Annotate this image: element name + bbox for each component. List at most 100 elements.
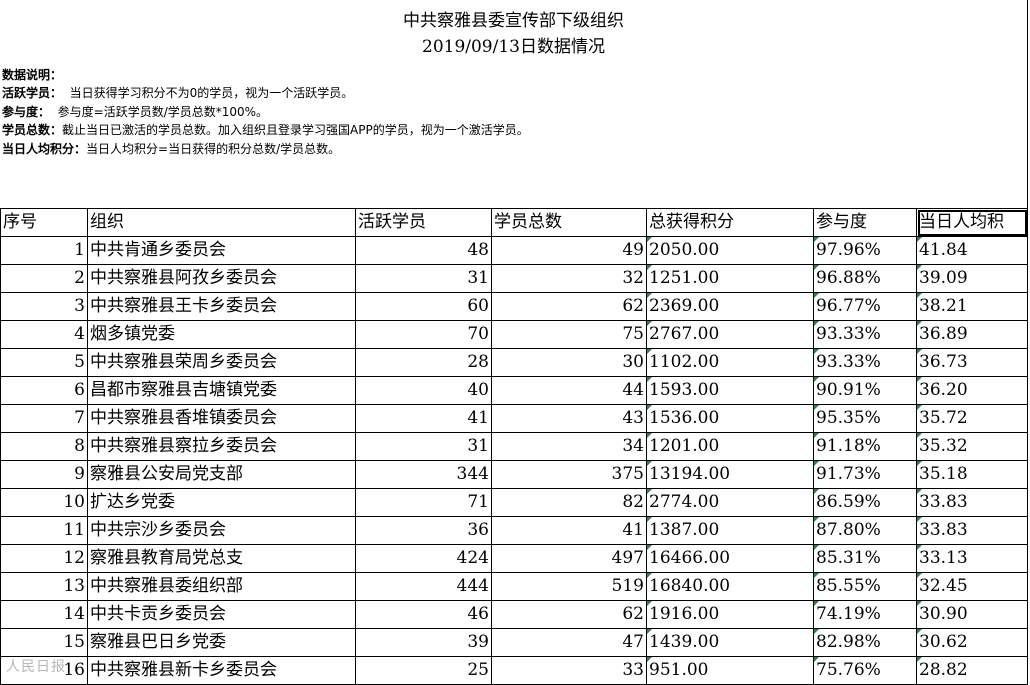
cell-active[interactable]: 31 [355, 432, 492, 461]
cell-points[interactable]: 1102.00 [646, 348, 814, 377]
cell-index[interactable]: 10 [0, 488, 88, 517]
header-index[interactable]: 序号 [0, 208, 88, 237]
cell-avg[interactable]: 30.90 [916, 600, 1028, 629]
cell-org[interactable]: 中共肯通乡委员会 [87, 236, 356, 265]
cell-total[interactable]: 62 [491, 600, 647, 629]
cell-participation[interactable]: 90.91% [813, 376, 917, 405]
cell-avg[interactable]: 33.13 [916, 544, 1028, 573]
cell-active[interactable]: 40 [355, 376, 492, 405]
header-active[interactable]: 活跃学员 [355, 208, 492, 237]
cell-points[interactable]: 1439.00 [646, 628, 814, 657]
cell-active[interactable]: 444 [355, 572, 492, 601]
cell-avg[interactable]: 28.82 [916, 656, 1028, 685]
cell-avg[interactable]: 41.84 [916, 236, 1028, 265]
cell-org[interactable]: 扩达乡党委 [87, 488, 356, 517]
cell-active[interactable]: 41 [355, 404, 492, 433]
header-avg-selected[interactable]: 当日人均积 [916, 208, 1028, 237]
cell-points[interactable]: 13194.00 [646, 460, 814, 489]
header-points[interactable]: 总获得积分 [646, 208, 814, 237]
cell-points[interactable]: 2369.00 [646, 292, 814, 321]
cell-org[interactable]: 中共察雅县新卡乡委员会 [87, 656, 356, 685]
cell-points[interactable]: 951.00 [646, 656, 814, 685]
cell-avg[interactable]: 39.09 [916, 264, 1028, 293]
cell-avg[interactable]: 33.83 [916, 516, 1028, 545]
cell-avg[interactable]: 36.89 [916, 320, 1028, 349]
cell-avg[interactable]: 35.72 [916, 404, 1028, 433]
cell-org[interactable]: 中共察雅县阿孜乡委员会 [87, 264, 356, 293]
cell-participation[interactable]: 74.19% [813, 600, 917, 629]
cell-org[interactable]: 中共察雅县王卡乡委员会 [87, 292, 356, 321]
cell-index[interactable]: 9 [0, 460, 88, 489]
cell-points[interactable]: 1387.00 [646, 516, 814, 545]
cell-avg[interactable]: 32.45 [916, 572, 1028, 601]
cell-total[interactable]: 62 [491, 292, 647, 321]
cell-avg[interactable]: 36.73 [916, 348, 1028, 377]
cell-index[interactable]: 12 [0, 544, 88, 573]
cell-org[interactable]: 中共宗沙乡委员会 [87, 516, 356, 545]
cell-points[interactable]: 16840.00 [646, 572, 814, 601]
cell-points[interactable]: 2050.00 [646, 236, 814, 265]
cell-org[interactable]: 察雅县教育局党总支 [87, 544, 356, 573]
cell-active[interactable]: 36 [355, 516, 492, 545]
cell-org[interactable]: 烟多镇党委 [87, 320, 356, 349]
cell-org[interactable]: 昌都市察雅县吉塘镇党委 [87, 376, 356, 405]
cell-index[interactable]: 1 [0, 236, 88, 265]
cell-index[interactable]: 7 [0, 404, 88, 433]
cell-total[interactable]: 47 [491, 628, 647, 657]
cell-active[interactable]: 39 [355, 628, 492, 657]
cell-org[interactable]: 中共察雅县察拉乡委员会 [87, 432, 356, 461]
cell-points[interactable]: 16466.00 [646, 544, 814, 573]
cell-total[interactable]: 43 [491, 404, 647, 433]
cell-points[interactable]: 1251.00 [646, 264, 814, 293]
cell-points[interactable]: 2774.00 [646, 488, 814, 517]
cell-avg[interactable]: 38.21 [916, 292, 1028, 321]
cell-participation[interactable]: 93.33% [813, 348, 917, 377]
cell-index[interactable]: 13 [0, 572, 88, 601]
cell-total[interactable]: 82 [491, 488, 647, 517]
cell-active[interactable]: 31 [355, 264, 492, 293]
cell-points[interactable]: 1536.00 [646, 404, 814, 433]
cell-avg[interactable]: 35.18 [916, 460, 1028, 489]
cell-points[interactable]: 1201.00 [646, 432, 814, 461]
cell-avg[interactable]: 35.32 [916, 432, 1028, 461]
header-participation[interactable]: 参与度 [813, 208, 917, 237]
cell-participation[interactable]: 85.55% [813, 572, 917, 601]
cell-org[interactable]: 中共察雅县香堆镇委员会 [87, 404, 356, 433]
cell-org[interactable]: 中共察雅县委组织部 [87, 572, 356, 601]
cell-org[interactable]: 中共察雅县荣周乡委员会 [87, 348, 356, 377]
cell-index[interactable]: 4 [0, 320, 88, 349]
cell-participation[interactable]: 96.88% [813, 264, 917, 293]
cell-avg[interactable]: 33.83 [916, 488, 1028, 517]
cell-active[interactable]: 25 [355, 656, 492, 685]
cell-avg[interactable]: 36.20 [916, 376, 1028, 405]
header-org[interactable]: 组织 [87, 208, 356, 237]
cell-participation[interactable]: 85.31% [813, 544, 917, 573]
cell-total[interactable]: 497 [491, 544, 647, 573]
cell-participation[interactable]: 75.76% [813, 656, 917, 685]
cell-participation[interactable]: 91.18% [813, 432, 917, 461]
cell-avg[interactable]: 30.62 [916, 628, 1028, 657]
cell-active[interactable]: 60 [355, 292, 492, 321]
cell-participation[interactable]: 82.98% [813, 628, 917, 657]
cell-total[interactable]: 30 [491, 348, 647, 377]
cell-active[interactable]: 70 [355, 320, 492, 349]
cell-participation[interactable]: 93.33% [813, 320, 917, 349]
cell-points[interactable]: 2767.00 [646, 320, 814, 349]
cell-total[interactable]: 375 [491, 460, 647, 489]
cell-org[interactable]: 察雅县巴日乡党委 [87, 628, 356, 657]
cell-participation[interactable]: 95.35% [813, 404, 917, 433]
cell-total[interactable]: 519 [491, 572, 647, 601]
header-total[interactable]: 学员总数 [491, 208, 647, 237]
cell-participation[interactable]: 86.59% [813, 488, 917, 517]
cell-active[interactable]: 48 [355, 236, 492, 265]
cell-active[interactable]: 71 [355, 488, 492, 517]
cell-org[interactable]: 中共卡贡乡委员会 [87, 600, 356, 629]
cell-total[interactable]: 49 [491, 236, 647, 265]
cell-index[interactable]: 15 [0, 628, 88, 657]
cell-points[interactable]: 1916.00 [646, 600, 814, 629]
cell-index[interactable]: 14 [0, 600, 88, 629]
cell-index[interactable]: 2 [0, 264, 88, 293]
cell-org[interactable]: 察雅县公安局党支部 [87, 460, 356, 489]
cell-index[interactable]: 11 [0, 516, 88, 545]
cell-active[interactable]: 46 [355, 600, 492, 629]
